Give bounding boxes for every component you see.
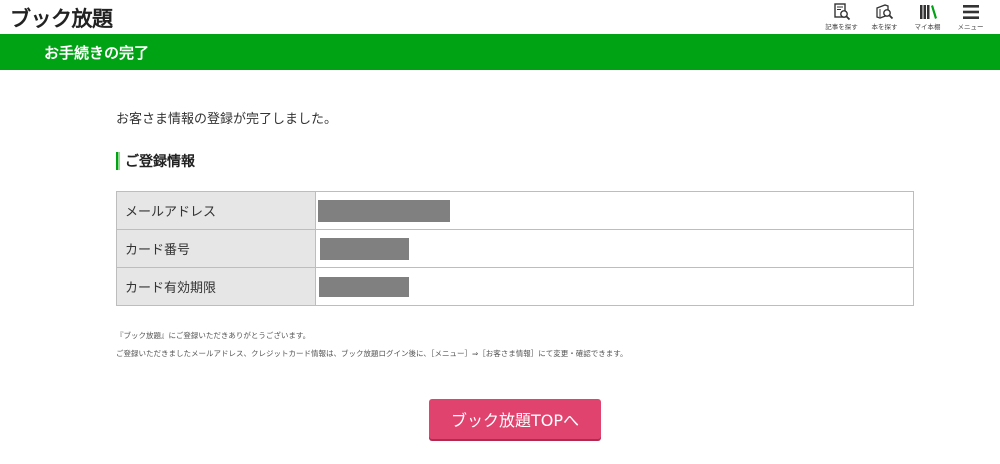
nav-article-search-label: 記事を探す [825,23,858,31]
nav-bookshelf-label: マイ本棚 [914,23,941,31]
change-info-note: ご登録いただきましたメールアドレス、クレジットカード情報は、ブック放題ログイン後… [116,349,628,358]
redacted-value [320,237,409,260]
card-expiry-label: カード有効期限 [116,267,316,306]
table-row: カード有効期限 [116,267,914,306]
nav-menu-label: メニュー [957,23,984,31]
site-logo[interactable]: ブック放題 [10,3,113,33]
registration-info-heading: ご登録情報 [116,152,195,170]
section-title: ご登録情報 [125,154,195,170]
email-value [315,191,914,230]
page-title: お手続きの完了 [44,44,150,62]
section-marker-icon [116,152,120,170]
book-houdai-top-button[interactable]: ブック放題TOPへ [429,399,601,439]
card-number-label: カード番号 [116,229,316,268]
site-header: ブック放題 記事を探す 本を探す マイ本棚 メニュー [0,0,1000,34]
card-expiry-value [315,267,914,306]
page-title-bar: お手続きの完了 [0,34,1000,70]
registration-info-table: メールアドレス カード番号 カード有効期限 [116,191,914,306]
redacted-value [319,276,409,297]
card-number-value [315,229,914,268]
completion-message: お客さま情報の登録が完了しました。 [116,112,338,127]
email-label: メールアドレス [116,191,316,230]
nav-book-search[interactable]: 本を探す [863,0,906,34]
redacted-value [318,199,450,222]
nav-bookshelf[interactable]: マイ本棚 [906,0,949,34]
bookshelf-icon [919,5,937,19]
article-search-icon [833,3,850,21]
nav-menu[interactable]: メニュー [949,0,992,34]
thanks-note: 『ブック放題』にご登録いただきありがとうございます。 [116,331,311,340]
hamburger-menu-icon [962,5,979,19]
nav-article-search[interactable]: 記事を探す [820,0,863,34]
table-row: カード番号 [116,229,914,268]
header-nav: 記事を探す 本を探す マイ本棚 メニュー [820,0,992,34]
table-row: メールアドレス [116,191,914,230]
nav-book-search-label: 本を探す [871,23,898,31]
book-search-icon [875,4,893,20]
